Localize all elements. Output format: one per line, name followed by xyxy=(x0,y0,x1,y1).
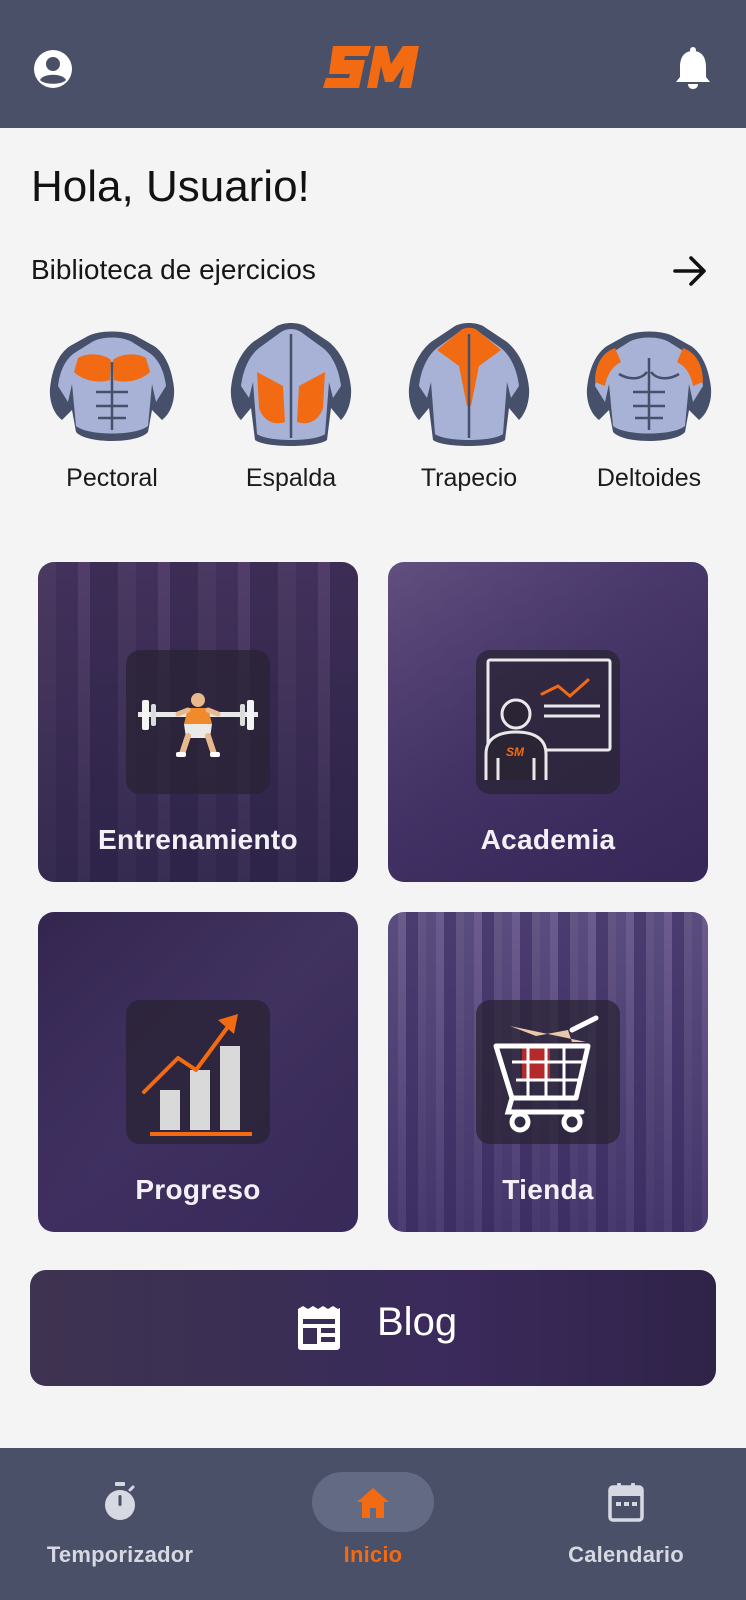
tile-label: Entrenamiento xyxy=(98,824,298,855)
svg-text:SM: SM xyxy=(506,745,525,759)
app-logo xyxy=(323,46,419,88)
tile-label: Progreso xyxy=(135,1174,261,1205)
tile-entrenamiento[interactable]: Entrenamiento xyxy=(38,562,358,882)
muscle-label: Espalda xyxy=(245,464,337,492)
nav-label: Temporizador xyxy=(46,1542,194,1567)
muscle-label: Trapecio xyxy=(420,464,518,492)
tile-label: Tienda xyxy=(502,1174,594,1205)
muscle-label: Pectoral xyxy=(66,464,158,492)
nav-label: Inicio xyxy=(343,1542,403,1567)
tile-tienda[interactable]: Tienda xyxy=(388,912,708,1232)
nav-item-temporizador[interactable]: Temporizador xyxy=(20,1448,220,1600)
nav-item-inicio[interactable]: Inicio xyxy=(273,1448,473,1600)
tile-progreso[interactable]: Progreso xyxy=(38,912,358,1232)
exercise-library-title: Biblioteca de ejercicios xyxy=(31,254,316,285)
stopwatch-icon xyxy=(105,1482,135,1520)
back-icon xyxy=(230,323,352,446)
account-circle-icon[interactable] xyxy=(33,49,73,89)
muscle-item-deltoides[interactable]: Deltoides xyxy=(574,322,724,493)
nav-item-calendario[interactable]: Calendario xyxy=(526,1448,726,1600)
tile-icon-box xyxy=(126,1000,270,1144)
muscle-item-trapecio[interactable]: Trapecio xyxy=(394,322,544,493)
muscle-label: Deltoides xyxy=(596,464,702,492)
tile-icon-box xyxy=(126,650,270,794)
muscle-item-espalda[interactable]: Espalda xyxy=(216,322,366,493)
deltoid-icon xyxy=(586,331,712,441)
greeting-title: Hola, Usuario! xyxy=(31,162,310,211)
trapezius-icon xyxy=(408,323,530,446)
bell-icon[interactable] xyxy=(674,46,712,90)
arrow-right-icon[interactable] xyxy=(672,254,708,288)
bottom-navigation: Temporizador Inicio Calendario xyxy=(0,1448,746,1600)
home-icon xyxy=(357,1488,389,1518)
presentation-icon: SM xyxy=(484,658,612,780)
pectoral-icon xyxy=(49,331,175,441)
tile-label: Academia xyxy=(480,824,616,855)
tile-icon-box: SM xyxy=(476,650,620,794)
bar-chart-trend-icon xyxy=(142,1014,252,1136)
tile-icon-box xyxy=(476,1000,620,1144)
tile-academia[interactable]: SM Academia xyxy=(388,562,708,882)
blog-label: Blog xyxy=(377,1300,458,1344)
newspaper-icon xyxy=(298,1306,340,1350)
top-app-bar xyxy=(0,0,746,128)
blog-banner[interactable]: Blog xyxy=(30,1270,716,1386)
muscle-item-pectoral[interactable]: Pectoral xyxy=(37,322,187,493)
weightlifter-icon xyxy=(138,693,258,757)
shopping-cart-icon xyxy=(493,1015,599,1133)
nav-label: Calendario xyxy=(568,1542,684,1567)
calendar-icon xyxy=(608,1483,644,1522)
